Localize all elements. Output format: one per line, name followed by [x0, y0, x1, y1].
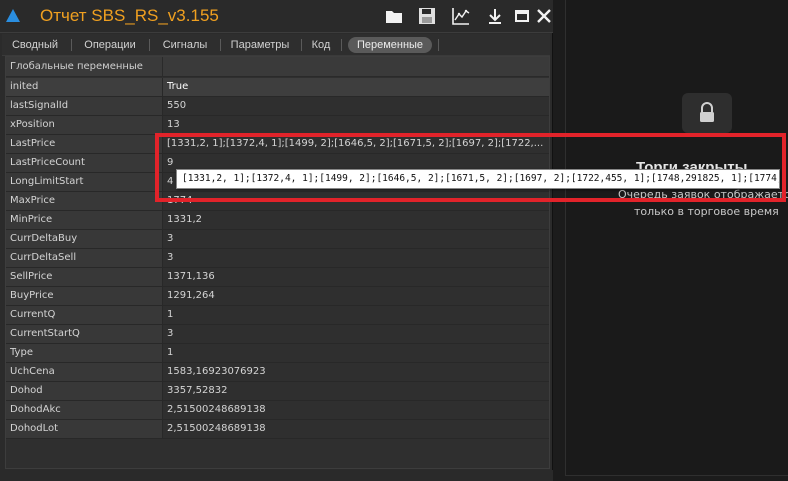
table-row[interactable]: lastSignalId 550 — [6, 97, 549, 116]
variable-value: 3 — [167, 252, 174, 263]
variable-name: BuyPrice — [6, 287, 163, 305]
variable-name: SellPrice — [6, 268, 163, 286]
table-row[interactable]: CurrDeltaBuy 3 — [6, 230, 549, 249]
market-closed-subtitle-2: только в торговое время — [634, 205, 779, 218]
variable-value: 1774 — [167, 195, 193, 206]
table-row[interactable]: DohodLot 2,51500248689138 — [6, 420, 549, 439]
variable-value: 1 — [167, 309, 174, 320]
tab-divider — [149, 39, 150, 51]
maximize-icon[interactable] — [512, 6, 532, 26]
folder-icon[interactable] — [384, 6, 404, 26]
variable-value: 2,51500248689138 — [167, 404, 266, 415]
tab-divider — [220, 39, 221, 51]
grid-header: Глобальные переменные — [6, 57, 549, 77]
table-row[interactable]: SellPrice 1371,136 — [6, 268, 549, 287]
variable-name: Type — [6, 344, 163, 362]
title-bar[interactable]: Отчет SBS_RS_v3.155 — [0, 0, 553, 33]
save-icon[interactable] — [417, 6, 437, 26]
variable-name: LongLimitStart — [6, 173, 163, 191]
variable-name: CurrDeltaBuy — [6, 230, 163, 248]
variable-value: 550 — [167, 100, 187, 111]
table-row[interactable]: xPosition 13 — [6, 116, 549, 135]
download-icon[interactable] — [485, 6, 505, 26]
lock-icon — [682, 93, 732, 133]
logo-icon — [6, 9, 20, 22]
variable-name: MaxPrice — [6, 192, 163, 210]
table-row[interactable]: CurrentQ 1 — [6, 306, 549, 325]
variable-name: LastPrice — [6, 135, 163, 153]
variable-name: CurrentStartQ — [6, 325, 163, 343]
tab-operations[interactable]: Операции — [78, 37, 142, 53]
tab-code[interactable]: Код — [307, 37, 335, 53]
variable-name: LastPriceCount — [6, 154, 163, 172]
variable-name: lastSignalId — [6, 97, 163, 115]
chart-icon[interactable] — [451, 6, 471, 26]
report-window: Отчет SBS_RS_v3.155 Сводный Операции Сиг… — [0, 0, 553, 481]
app-root: Отчет SBS_RS_v3.155 Сводный Операции Сиг… — [0, 0, 788, 481]
table-row[interactable]: MaxPrice 1774 — [6, 192, 549, 211]
variable-value: 2,51500248689138 — [167, 423, 266, 434]
table-row[interactable]: Dohod 3357,52832 — [6, 382, 549, 401]
variable-name: UchCena — [6, 363, 163, 381]
tab-parameters[interactable]: Параметры — [226, 37, 294, 53]
table-row[interactable]: CurrentStartQ 3 — [6, 325, 549, 344]
table-row[interactable]: LastPrice [1331,2, 1];[1372,4, 1];[1499, … — [6, 135, 549, 154]
variable-value: 1371,136 — [167, 271, 215, 282]
grid-header-label: Глобальные переменные — [6, 57, 163, 77]
variable-value: True — [167, 81, 189, 92]
tab-svodnyi[interactable]: Сводный — [8, 37, 62, 53]
variable-value: 1291,264 — [167, 290, 215, 301]
variable-value: 3 — [167, 233, 174, 244]
table-row[interactable]: CurrDeltaSell 3 — [6, 249, 549, 268]
table-row[interactable]: MinPrice 1331,2 — [6, 211, 549, 230]
variable-value: 1 — [167, 347, 174, 358]
variable-name: CurrentQ — [6, 306, 163, 324]
variable-name: inited — [6, 78, 163, 96]
variable-value: 1331,2 — [167, 214, 202, 225]
tab-variables[interactable]: Переменные — [348, 37, 432, 53]
variable-value: 3 — [167, 328, 174, 339]
market-closed-subtitle: Очередь заявок отображается — [618, 188, 788, 201]
table-row[interactable]: UchCena 1583,16923076923 — [6, 363, 549, 382]
value-tooltip: [1331,2, 1];[1372,4, 1];[1499, 2];[1646,… — [176, 169, 780, 189]
variable-value: 3357,52832 — [167, 385, 228, 396]
variables-grid: Глобальные переменные inited True lastSign… — [5, 56, 550, 469]
variable-name: MinPrice — [6, 211, 163, 229]
table-row[interactable]: Type 1 — [6, 344, 549, 363]
close-icon[interactable] — [534, 6, 554, 26]
table-row[interactable]: BuyPrice 1291,264 — [6, 287, 549, 306]
variable-name: DohodAkc — [6, 401, 163, 419]
variable-name: CurrDeltaSell — [6, 249, 163, 267]
window-title: Отчет SBS_RS_v3.155 — [40, 6, 219, 25]
variable-name: DohodLot — [6, 420, 163, 438]
tab-divider — [71, 39, 72, 51]
variable-value: 1583,16923076923 — [167, 366, 266, 377]
table-row[interactable]: DohodAkc 2,51500248689138 — [6, 401, 549, 420]
variable-value: 13 — [167, 119, 180, 130]
tab-signals[interactable]: Сигналы — [156, 37, 214, 53]
variable-name: xPosition — [6, 116, 163, 134]
variable-name: Dohod — [6, 382, 163, 400]
order-book-panel: Торги закрыты Очередь заявок отображаетс… — [560, 0, 788, 481]
order-book-body: Торги закрыты Очередь заявок отображаетс… — [565, 0, 788, 476]
variable-value: [1331,2, 1];[1372,4, 1];[1499, 2];[1646,… — [167, 138, 544, 149]
tab-bar: Сводный Операции Сигналы Параметры Код П… — [2, 34, 550, 56]
tab-divider — [301, 39, 302, 51]
table-row[interactable]: inited True — [6, 78, 549, 97]
tab-divider — [438, 39, 439, 51]
window-footer — [0, 470, 553, 481]
tab-divider — [341, 39, 342, 51]
